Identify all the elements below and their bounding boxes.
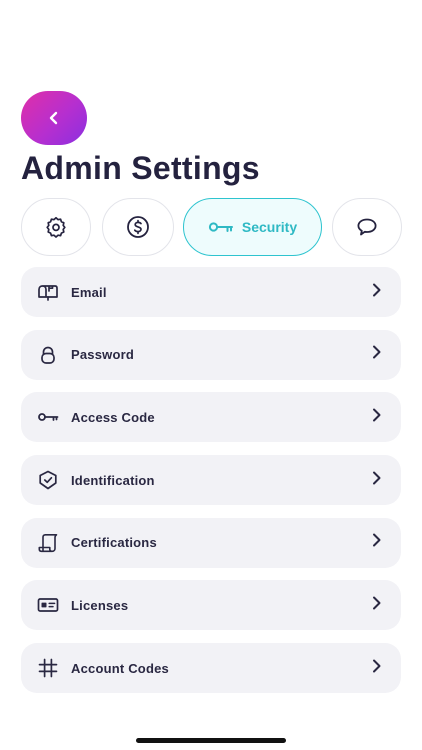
hash-icon xyxy=(37,657,59,679)
settings-item-label: Access Code xyxy=(71,409,155,425)
tab-general[interactable] xyxy=(21,198,91,256)
chat-bubble-icon xyxy=(357,218,377,236)
key-icon xyxy=(208,222,233,232)
tab-security[interactable]: Security xyxy=(183,198,322,256)
tab-billing[interactable] xyxy=(102,198,174,256)
settings-item-label: Email xyxy=(71,284,107,300)
tab-security-label: Security xyxy=(241,219,298,235)
shield-check-icon xyxy=(37,469,59,491)
dollar-icon xyxy=(127,216,149,238)
settings-item-label: Licenses xyxy=(71,597,129,613)
chevron-right-icon xyxy=(371,471,383,490)
chevron-right-icon xyxy=(371,345,383,364)
chevron-right-icon xyxy=(371,659,383,678)
chevron-right-icon xyxy=(371,533,383,552)
chevron-right-icon xyxy=(371,408,383,427)
settings-item-account-codes[interactable]: Account Codes xyxy=(21,643,401,694)
settings-item-access-code[interactable]: Access Code xyxy=(21,392,401,443)
page-title: Admin Settings xyxy=(21,150,260,186)
id-card-icon xyxy=(37,594,59,616)
settings-item-label: Password xyxy=(71,347,135,363)
chevron-right-icon xyxy=(371,596,383,615)
settings-item-label: Identification xyxy=(71,472,155,488)
home-indicator xyxy=(136,738,286,743)
settings-item-certifications[interactable]: Certifications xyxy=(21,517,401,568)
gear-icon xyxy=(46,216,66,238)
mailbox-icon xyxy=(37,281,59,303)
tab-messages[interactable] xyxy=(332,198,402,256)
settings-item-identification[interactable]: Identification xyxy=(21,455,401,506)
settings-item-password[interactable]: Password xyxy=(21,329,401,380)
category-tabs: Security xyxy=(21,198,422,256)
settings-item-label: Certifications xyxy=(71,535,157,551)
chevron-right-icon xyxy=(371,283,383,302)
settings-item-email[interactable]: Email xyxy=(21,267,401,317)
settings-item-label: Account Codes xyxy=(71,660,169,676)
scroll-icon xyxy=(37,532,59,554)
lock-icon xyxy=(37,344,59,366)
settings-item-licenses[interactable]: Licenses xyxy=(21,580,401,631)
chevron-left-icon xyxy=(49,111,58,125)
settings-list: Email Password Access Code Identificatio… xyxy=(21,267,401,706)
key-icon xyxy=(37,406,59,428)
back-button[interactable] xyxy=(21,91,87,145)
